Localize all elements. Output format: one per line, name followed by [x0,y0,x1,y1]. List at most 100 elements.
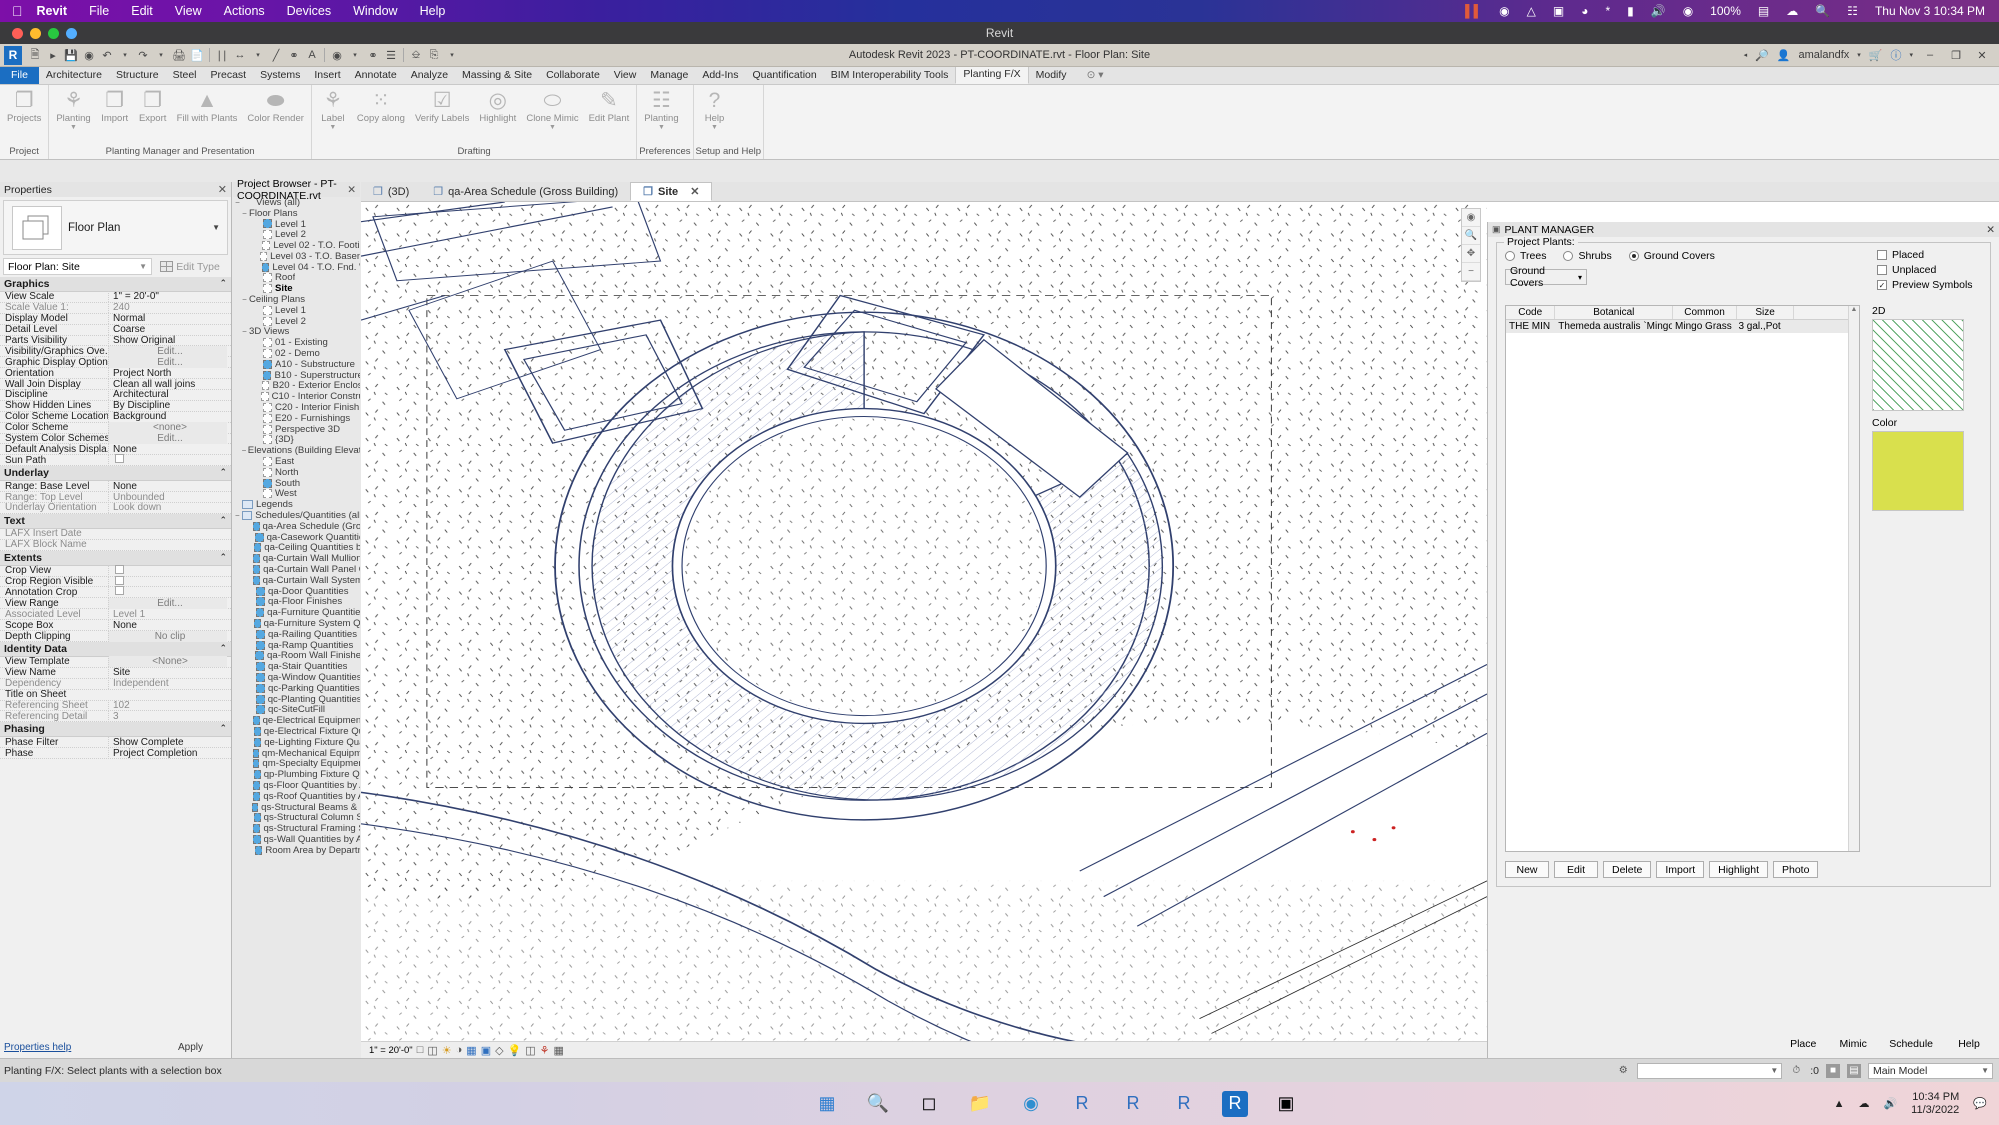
browser-node[interactable]: C20 - Interior Finish [233,402,360,413]
ribbon-tab-insert[interactable]: Insert [307,66,347,84]
plant-footer-button-schedule[interactable]: Schedule [1881,1035,1941,1052]
property-value[interactable]: Edit... [108,433,227,445]
radio-ground-covers[interactable] [1628,251,1639,261]
measure-icon[interactable]: ∣∣ [213,46,231,64]
browser-node[interactable]: qa-Furniture System Quantities [233,618,360,629]
table-column-header[interactable]: Common [1673,306,1737,319]
collapse-icon[interactable]: ⌃ [219,278,227,290]
mac-menu-view[interactable]: View [175,4,202,18]
render-dialog-icon[interactable]: ▦ [466,1044,476,1057]
property-row[interactable]: Range: Top Level Unbounded [0,491,231,504]
collapse-icon[interactable]: ⌃ [219,467,227,479]
exclude-options-icon[interactable]: ⚙ [1616,1064,1630,1078]
chevron-down-icon[interactable]: ▼ [711,124,718,131]
ribbon-button-clone-mimic[interactable]: ⬭ Clone Mimic ▼ [521,88,583,131]
radio-shrubs[interactable] [1563,251,1574,261]
color-swatch[interactable] [1872,431,1964,511]
property-row[interactable]: Underlay Orientation Look down [0,502,231,514]
browser-node[interactable]: qe-Lighting Fixture Quantities [233,737,360,748]
volume-icon[interactable]: 🔊 [1883,1097,1897,1110]
ribbon-tab-add-ins[interactable]: Add-Ins [695,66,745,84]
ribbon-button-verify-labels[interactable]: ☑ Verify Labels [410,88,474,124]
revit-r2-icon[interactable]: R [1120,1091,1146,1117]
ribbon-tab-systems[interactable]: Systems [253,66,307,84]
properties-group-text[interactable]: Text ⌃ [0,513,231,529]
property-row[interactable]: Scope Box None [0,619,231,632]
property-row[interactable]: LAFX Block Name [0,539,231,551]
mac-menu-edit[interactable]: Edit [131,4,153,18]
browser-node[interactable]: qa-Casework Quantities [233,532,360,543]
taskbar-clock[interactable]: 10:34 PM 11/3/2022 [1911,1091,1959,1117]
mac-menu-actions[interactable]: Actions [224,4,265,18]
property-row[interactable]: System Color Schemes Edit... [0,433,231,445]
browser-node[interactable]: qp-Plumbing Fixture Quantities [233,769,360,780]
browser-node[interactable]: Legends [233,499,360,510]
ribbon-tab-structure[interactable]: Structure [109,66,166,84]
close-icon[interactable]: ✕ [1986,224,1995,236]
control-center-icon[interactable]: ☷ [1847,5,1858,17]
network-icon[interactable]: ☁ [1858,1097,1869,1110]
browser-node[interactable]: West [233,488,360,499]
spotlight-search-icon[interactable]: 🔍 [1815,5,1830,17]
browser-node[interactable]: Room Area by Department [233,845,360,856]
help-dropdown-icon[interactable]: ▾ [1909,51,1913,59]
table-body[interactable]: THE MIN Themeda australis `Mingo` Mingo Gr… [1506,320,1859,333]
show-crop-icon[interactable]: ◇ [495,1044,503,1057]
property-row[interactable]: Range: Base Level None [0,480,231,493]
property-value[interactable]: 102 [108,699,231,711]
property-value[interactable]: Project Completion [108,747,231,759]
properties-group-graphics[interactable]: Graphics ⌃ [0,277,231,292]
ribbon-button-planting[interactable]: ☷ Planting ▼ [639,88,683,131]
browser-node[interactable]: Level 2 [233,316,360,327]
help-icon[interactable]: ⓘ [1890,47,1901,63]
property-value[interactable]: Coarse [108,324,231,336]
save-icon[interactable]: 💾 [62,46,80,64]
property-row[interactable]: Parts Visibility Show Original [0,335,231,347]
browser-node[interactable]: qc-Planting Quantities [233,694,360,705]
section-icon[interactable]: ⚭ [364,46,382,64]
browser-node[interactable]: qa-Curtain Wall Panel Quantities [233,564,360,575]
property-value[interactable]: Background [108,411,231,423]
view-scale-label[interactable]: 1" = 20'-0" [369,1045,413,1056]
browser-node[interactable]: A10 - Substructure [233,359,360,370]
menu-clock[interactable]: Thu Nov 3 10:34 PM [1875,5,1985,17]
ribbon-tab-steel[interactable]: Steel [166,66,204,84]
view-tab--3d-[interactable]: ❐ (3D) [361,182,421,201]
property-row[interactable]: Color Scheme <none> [0,422,231,434]
browser-node[interactable]: qm-Mechanical Equipment Quantities [233,748,360,759]
analytical-model-icon[interactable]: ⚘ [540,1044,550,1057]
close-icon[interactable]: ✕ [218,183,227,196]
property-row[interactable]: Discipline Architectural [0,389,231,401]
browser-node[interactable]: B10 - Superstructure [233,370,360,381]
property-value[interactable]: Site [108,667,231,679]
zoom-icon[interactable]: 🔍 [1462,227,1480,245]
browser-node[interactable]: Level 04 - T.O. Fnd. Wall [233,262,360,273]
checkbox-placed[interactable] [1877,250,1887,260]
chevron-down-icon[interactable]: ▼ [549,124,556,131]
mac-menu-devices[interactable]: Devices [287,4,331,18]
ribbon-tab-architecture[interactable]: Architecture [39,66,109,84]
property-row[interactable]: View Range Edit... [0,597,231,610]
ribbon-button-export[interactable]: ❐ Export [134,88,172,124]
radio-trees[interactable] [1505,251,1515,261]
ribbon-button-help[interactable]: ? Help ▼ [696,88,734,131]
cart-icon[interactable]: 🛒 [1869,49,1883,62]
ribbon-tab-precast[interactable]: Precast [204,66,254,84]
property-value[interactable]: <none> [108,422,227,434]
site-plan-canvas[interactable]: ◉ 🔍 ✥ − 1" = 20'-0" □ ◫ ☀ ◑ ▦ ▣ ◇ 💡 ◫ ⚘ … [361,202,1487,1058]
expander-icon[interactable]: − [233,511,242,520]
property-value[interactable]: Architectural [108,389,231,401]
browser-node[interactable]: qa-Door Quantities [233,586,360,597]
plant-footer-button-help[interactable]: Help [1947,1035,1991,1052]
browser-node[interactable]: − Ceiling Plans [233,294,360,305]
edit-type-button[interactable]: Edit Type [152,258,228,275]
scroll-up-icon[interactable]: ▲ [1849,306,1859,313]
browser-node[interactable]: − Schedules/Quantities (all) [233,510,360,521]
worksets-icon[interactable]: ▤ [1847,1063,1861,1078]
ribbon-tab-massing-site[interactable]: Massing & Site [455,66,539,84]
display-24-icon[interactable]: ▣ [1553,5,1564,17]
browser-node[interactable]: qe-Electrical Equipment Quantities [233,715,360,726]
property-row[interactable]: View Name Site [0,667,231,679]
ribbon-tab-analyze[interactable]: Analyze [404,66,455,84]
plant-footer-button-place[interactable]: Place [1781,1035,1825,1052]
